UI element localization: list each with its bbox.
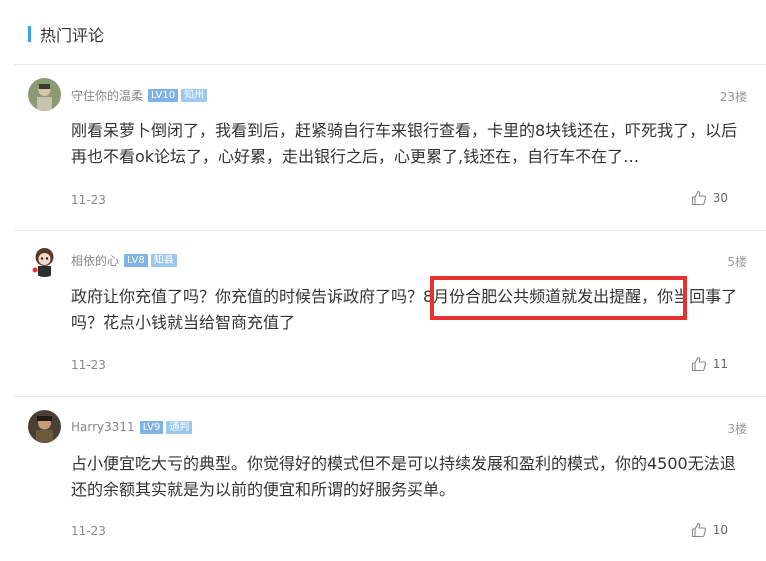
comment-text: 刚看呆萝卜倒闭了，我看到后，赶紧骑自行车来银行查看，卡里的8块钱还在，吓死我了，… <box>71 121 738 166</box>
level-badge: LV9 <box>139 420 164 434</box>
comment-meta: Harry3311 LV9 通判 <box>71 418 193 436</box>
like-button[interactable]: 30 <box>691 190 728 206</box>
floor-number: 23楼 <box>719 90 747 104</box>
like-button[interactable]: 11 <box>691 356 728 372</box>
like-count: 11 <box>712 357 728 371</box>
comment-meta: 守住你的温柔 LV10 知州 <box>71 86 208 104</box>
thumbs-up-icon <box>691 356 706 372</box>
avatar-image <box>28 244 61 277</box>
hot-comments-panel: 热门评论 守住你的温柔 LV10 知州 23楼 刚看呆萝卜倒闭了，我看到后，赶紧… <box>0 0 766 561</box>
like-count: 10 <box>712 523 728 537</box>
comment-date: 11-23 <box>71 524 106 538</box>
level-badge: LV8 <box>124 253 148 267</box>
section-header: 热门评论 <box>28 24 105 45</box>
avatar-image <box>28 78 61 111</box>
like-button[interactable]: 10 <box>691 522 728 538</box>
username[interactable]: 守住你的温柔 <box>71 87 143 104</box>
thumbs-up-icon <box>691 522 706 538</box>
avatar[interactable] <box>28 78 61 111</box>
username[interactable]: Harry3311 <box>71 420 135 434</box>
comment-meta: 相依的心 LV8 知县 <box>71 251 177 269</box>
floor-number: 5楼 <box>727 255 747 269</box>
highlight-annotation-box <box>430 276 687 320</box>
rank-badge: 知县 <box>150 253 177 267</box>
like-count: 30 <box>712 191 728 205</box>
comment-date: 11-23 <box>71 193 106 207</box>
section-accent-bar <box>28 26 31 42</box>
thumbs-up-icon <box>691 190 706 206</box>
level-badge: LV10 <box>148 88 179 102</box>
comment-item: Harry3311 LV9 通判 3楼 占小便宜吃大亏的典型。你觉得好的模式但不… <box>0 396 766 561</box>
section-title: 热门评论 <box>40 26 105 45</box>
avatar-image <box>28 410 61 443</box>
comment-date: 11-23 <box>71 358 106 372</box>
rank-badge: 知州 <box>181 88 208 102</box>
comment-text: 占小便宜吃大亏的典型。你觉得好的模式但不是可以持续发展和盈利的模式，你的4500… <box>71 454 736 499</box>
rank-badge: 通判 <box>166 420 193 434</box>
avatar[interactable] <box>28 410 61 443</box>
comment-item: 守住你的温柔 LV10 知州 23楼 刚看呆萝卜倒闭了，我看到后，赶紧骑自行车来… <box>0 64 766 230</box>
username[interactable]: 相依的心 <box>71 252 119 269</box>
avatar[interactable] <box>28 244 61 277</box>
floor-number: 3楼 <box>727 422 747 436</box>
